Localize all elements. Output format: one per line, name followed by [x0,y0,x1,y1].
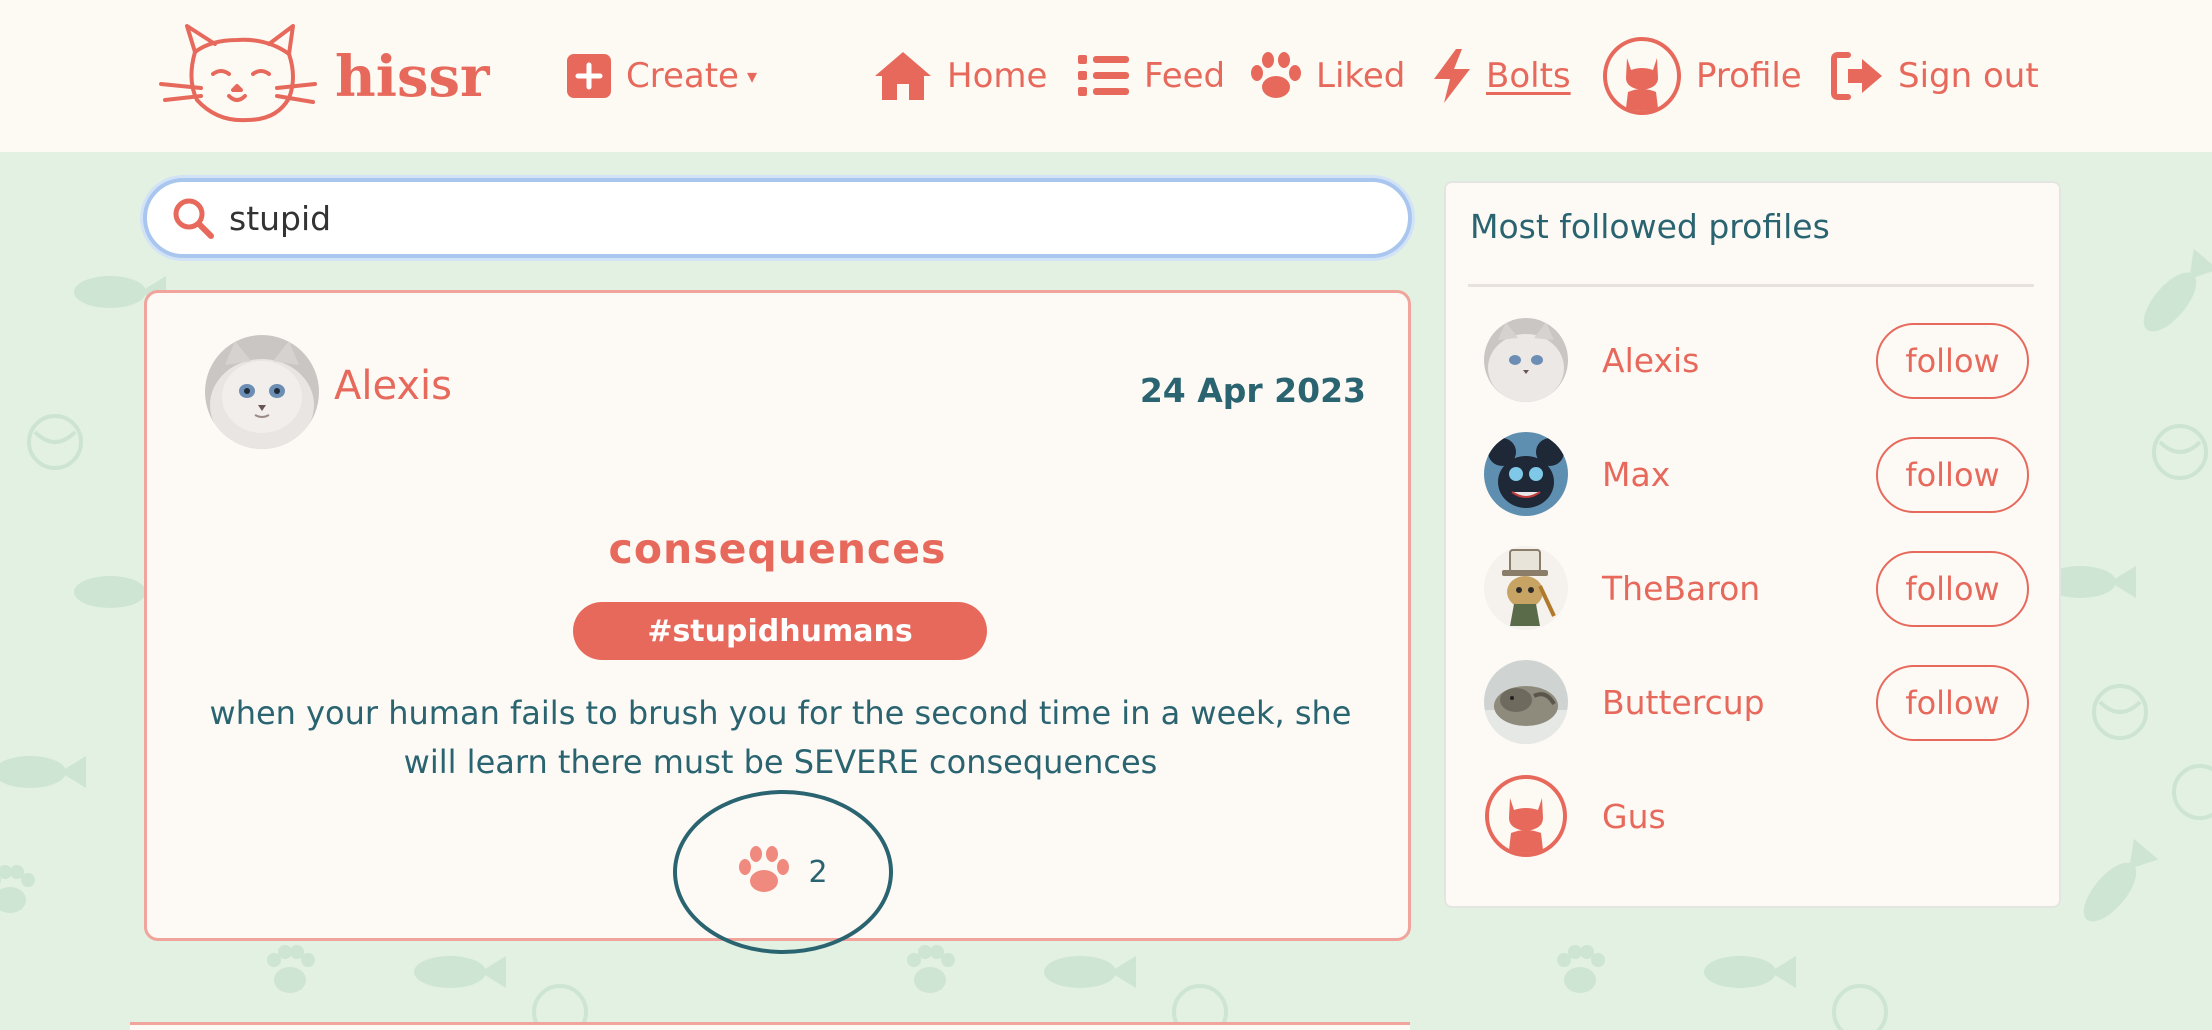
nav-home[interactable]: Home [873,36,1047,116]
cat-avatar-icon[interactable] [1484,774,1568,858]
list-icon [1078,53,1130,99]
nav-bolts-label: Bolts [1486,56,1571,96]
nav-profile-label: Profile [1696,56,1802,96]
nav-feed[interactable]: Feed [1078,36,1225,116]
paw-icon [738,846,790,898]
brand[interactable]: hissr [157,24,490,129]
profile-avatar[interactable] [1484,432,1568,516]
most-followed-panel: Most followed profiles Alexis follow Max… [1444,181,2061,908]
nav-create-label: Create [626,56,739,96]
like-count: 2 [808,854,828,890]
search-input[interactable] [229,198,1329,238]
profile-avatar[interactable] [1484,546,1568,630]
plus-square-icon [566,53,612,99]
panel-heading: Most followed profiles [1470,207,1830,246]
like-button[interactable]: 2 [673,790,893,954]
profile-row: Max follow [1484,431,2044,517]
post-body: when your human fails to brush you for t… [209,694,1352,781]
nav-feed-label: Feed [1144,56,1226,96]
profile-name[interactable]: Alexis [1602,341,1699,380]
home-icon [873,50,933,102]
follow-button[interactable]: follow [1876,323,2029,399]
paw-icon [1250,52,1302,100]
nav-liked[interactable]: Liked [1250,36,1405,116]
follow-button[interactable]: follow [1876,437,2029,513]
profile-avatar[interactable] [1484,318,1568,402]
caret-down-icon: ▾ [746,64,758,88]
author-avatar[interactable] [205,335,319,449]
post-author[interactable]: Alexis [334,363,452,409]
nav-liked-label: Liked [1316,56,1406,96]
cat-avatar-icon [1602,36,1682,116]
profile-row: Gus [1484,773,2044,859]
nav-bolts[interactable]: Bolts [1432,36,1571,116]
post-card: Alexis 24 Apr 2023 consequences #stupidh… [144,290,1411,954]
post-date: 24 Apr 2023 [1139,371,1366,410]
follow-button[interactable]: follow [1876,551,2029,627]
nav-home-label: Home [947,56,1048,96]
nav-create-dropdown[interactable]: Create ▾ [566,36,757,116]
profile-avatar[interactable] [1484,660,1568,744]
nav-profile[interactable]: Profile [1602,36,1802,116]
navbar: hissr Create ▾ Home Feed Liked Bolts Pro… [0,0,2212,152]
profile-name[interactable]: Gus [1602,797,1666,836]
profile-row: Alexis follow [1484,317,2044,403]
bolt-icon [1432,49,1472,103]
next-post-card [130,1022,1410,1030]
search-bar[interactable] [143,178,1412,258]
profile-row: TheBaron follow [1484,545,2044,631]
profile-row: Buttercup follow [1484,659,2044,745]
profile-name[interactable]: Buttercup [1602,683,1765,722]
post-hashtag[interactable]: #stupidhumans [573,602,987,660]
sign-out-icon [1830,51,1884,101]
nav-sign-out-label: Sign out [1898,56,2039,96]
nav-sign-out[interactable]: Sign out [1830,36,2039,116]
search-icon [171,196,215,240]
follow-button[interactable]: follow [1876,665,2029,741]
profile-name[interactable]: TheBaron [1602,569,1760,608]
brand-name: hissr [335,43,490,110]
profile-name[interactable]: Max [1602,455,1670,494]
divider [1468,284,2034,287]
post-title: consequences [608,525,947,573]
cat-logo-icon [157,22,317,131]
